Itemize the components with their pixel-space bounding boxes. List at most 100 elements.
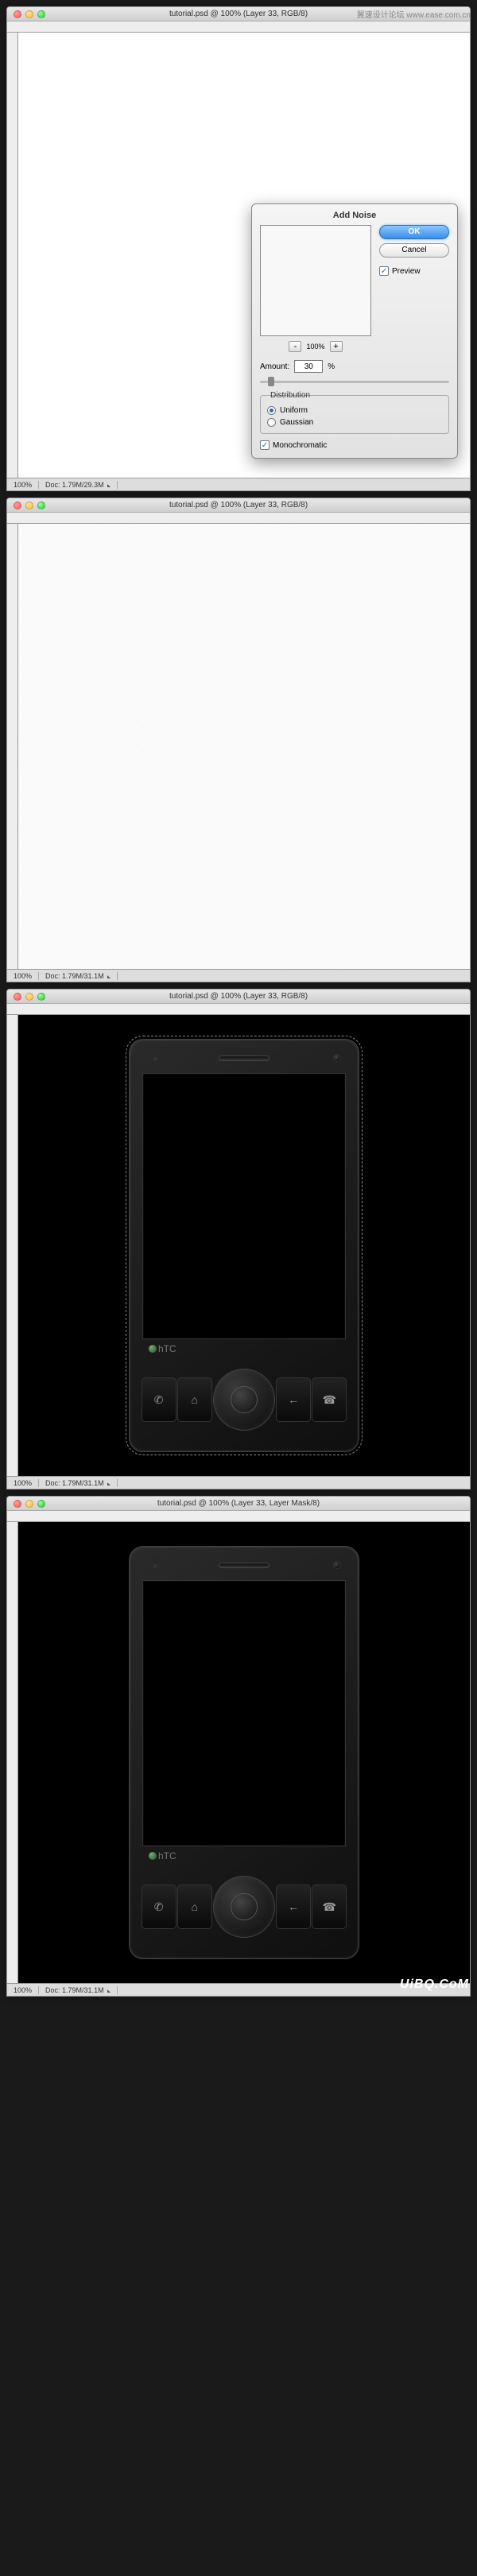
end-button-icon: ☎ xyxy=(312,1377,347,1422)
phone-screen xyxy=(142,1073,346,1339)
dpad-icon xyxy=(213,1369,275,1431)
title-bar[interactable]: tutorial.psd @ 100% (Layer 33, RGB/8) xyxy=(7,990,470,1004)
window-title: tutorial.psd @ 100% (Layer 33, RGB/8) xyxy=(7,992,470,1001)
minimize-icon[interactable] xyxy=(25,993,33,1001)
brand-orb-icon xyxy=(149,1345,157,1353)
doc-info[interactable]: Doc: 1.79M/31.1M xyxy=(39,972,118,980)
ruler-horizontal[interactable] xyxy=(7,1511,470,1522)
phone-buttons: ✆ ⌂ ← ☎ xyxy=(130,1876,359,1938)
noise-preview xyxy=(260,225,371,336)
preview-zoom-value: 100% xyxy=(306,343,324,351)
close-icon[interactable] xyxy=(14,10,21,18)
preview-checkbox[interactable]: ✓ xyxy=(379,266,389,276)
amount-label: Amount: xyxy=(260,362,289,371)
tutorial-step-1: 翼速设计论坛 www.ease.com.cn tutorial.psd @ 10… xyxy=(0,6,477,491)
status-bar: 100% Doc: 1.79M/31.1M xyxy=(7,969,470,982)
traffic-lights xyxy=(7,502,45,509)
earpiece-icon xyxy=(219,1056,270,1061)
cancel-button[interactable]: Cancel xyxy=(379,243,449,258)
zoom-icon[interactable] xyxy=(37,502,45,509)
status-bar: 100% Doc: 1.79M/29.3M xyxy=(7,478,470,490)
zoom-level[interactable]: 100% xyxy=(7,972,39,980)
home-button-icon: ⌂ xyxy=(177,1885,212,1929)
zoom-in-button[interactable]: + xyxy=(330,341,343,352)
ok-button[interactable]: OK xyxy=(379,225,449,239)
zoom-level[interactable]: 100% xyxy=(7,1986,39,1994)
minimize-icon[interactable] xyxy=(25,10,33,18)
front-camera-icon xyxy=(333,1561,341,1569)
zoom-icon[interactable] xyxy=(37,1500,45,1508)
status-bar: 100% Doc: 1.79M/31.1M xyxy=(7,1476,470,1489)
distribution-legend: Distribution xyxy=(267,391,313,400)
zoom-level[interactable]: 100% xyxy=(7,1479,39,1487)
watermark-bottom: UiBQ.CoM xyxy=(400,1978,469,1992)
document-canvas[interactable]: hTC ✆ ⌂ ← ☎ xyxy=(18,1015,470,1476)
doc-info[interactable]: Doc: 1.79M/31.1M xyxy=(39,1986,118,1994)
title-bar[interactable]: tutorial.psd @ 100% (Layer 33, Layer Mas… xyxy=(7,1497,470,1511)
window-title: tutorial.psd @ 100% (Layer 33, RGB/8) xyxy=(7,501,470,509)
zoom-icon[interactable] xyxy=(37,10,45,18)
dialog-title: Add Noise xyxy=(260,211,449,220)
ruler-vertical[interactable] xyxy=(7,1015,18,1476)
dpad-center-icon xyxy=(231,1386,258,1413)
document-canvas[interactable]: hTC ✆ ⌂ ← ☎ xyxy=(18,1522,470,1983)
back-button-icon: ← xyxy=(276,1885,311,1929)
zoom-out-button[interactable]: - xyxy=(289,341,301,352)
zoom-icon[interactable] xyxy=(37,993,45,1001)
traffic-lights xyxy=(7,1500,45,1508)
back-button-icon: ← xyxy=(276,1377,311,1422)
ruler-vertical[interactable] xyxy=(7,1522,18,1983)
watermark-top: 翼速设计论坛 www.ease.com.cn xyxy=(357,8,471,20)
dpad-icon xyxy=(213,1876,275,1938)
photoshop-window: tutorial.psd @ 100% (Layer 33, Layer Mas… xyxy=(6,1496,471,1997)
phone-mockup[interactable]: hTC ✆ ⌂ ← ☎ xyxy=(129,1039,359,1452)
doc-info[interactable]: Doc: 1.79M/31.1M xyxy=(39,1479,118,1487)
close-icon[interactable] xyxy=(14,502,21,509)
add-noise-dialog: Add Noise - 100% + OK Cancel ✓ Preview A xyxy=(251,203,458,459)
ruler-horizontal[interactable] xyxy=(7,1004,470,1015)
chevron-right-icon xyxy=(107,484,111,487)
gaussian-radio[interactable] xyxy=(267,418,276,427)
chevron-right-icon xyxy=(107,975,111,978)
phone-buttons: ✆ ⌂ ← ☎ xyxy=(130,1369,359,1431)
title-bar[interactable]: tutorial.psd @ 100% (Layer 33, RGB/8) xyxy=(7,498,470,513)
phone-mockup[interactable]: hTC ✆ ⌂ ← ☎ xyxy=(129,1546,359,1959)
photoshop-window: tutorial.psd @ 100% (Layer 33, RGB/8) hT… xyxy=(6,989,471,1489)
close-icon[interactable] xyxy=(14,1500,21,1508)
amount-unit: % xyxy=(328,362,335,371)
distribution-fieldset: Distribution Uniform Gaussian xyxy=(260,395,449,434)
gaussian-label: Gaussian xyxy=(280,418,313,427)
ruler-horizontal[interactable] xyxy=(7,21,470,33)
traffic-lights xyxy=(7,10,45,18)
preview-label: Preview xyxy=(392,267,421,276)
brand-orb-icon xyxy=(149,1852,157,1860)
ruler-vertical[interactable] xyxy=(7,524,18,969)
phone-brand: hTC xyxy=(149,1343,176,1354)
sensor-icon xyxy=(153,1057,157,1061)
photoshop-window: tutorial.psd @ 100% (Layer 33, RGB/8) 10… xyxy=(6,498,471,982)
amount-input[interactable] xyxy=(294,360,323,373)
call-button-icon: ✆ xyxy=(142,1885,176,1929)
earpiece-icon xyxy=(219,1563,270,1568)
uniform-radio[interactable] xyxy=(267,406,276,415)
minimize-icon[interactable] xyxy=(25,502,33,509)
chevron-right-icon xyxy=(107,1482,111,1486)
close-icon[interactable] xyxy=(14,993,21,1001)
doc-info[interactable]: Doc: 1.79M/29.3M xyxy=(39,481,118,489)
amount-slider[interactable] xyxy=(260,376,449,387)
home-button-icon: ⌂ xyxy=(177,1377,212,1422)
zoom-level[interactable]: 100% xyxy=(7,481,39,489)
window-title: tutorial.psd @ 100% (Layer 33, Layer Mas… xyxy=(7,1499,470,1508)
call-button-icon: ✆ xyxy=(142,1377,176,1422)
monochromatic-checkbox[interactable]: ✓ xyxy=(260,440,270,450)
tutorial-step-2: tutorial.psd @ 100% (Layer 33, RGB/8) 10… xyxy=(0,498,477,982)
ruler-vertical[interactable] xyxy=(7,33,18,478)
phone-screen xyxy=(142,1580,346,1846)
front-camera-icon xyxy=(333,1054,341,1062)
document-canvas[interactable] xyxy=(18,524,470,969)
tutorial-step-3: tutorial.psd @ 100% (Layer 33, RGB/8) hT… xyxy=(0,989,477,1489)
tutorial-step-4: tutorial.psd @ 100% (Layer 33, Layer Mas… xyxy=(0,1496,477,1997)
sensor-icon xyxy=(153,1564,157,1568)
minimize-icon[interactable] xyxy=(25,1500,33,1508)
ruler-horizontal[interactable] xyxy=(7,513,470,524)
